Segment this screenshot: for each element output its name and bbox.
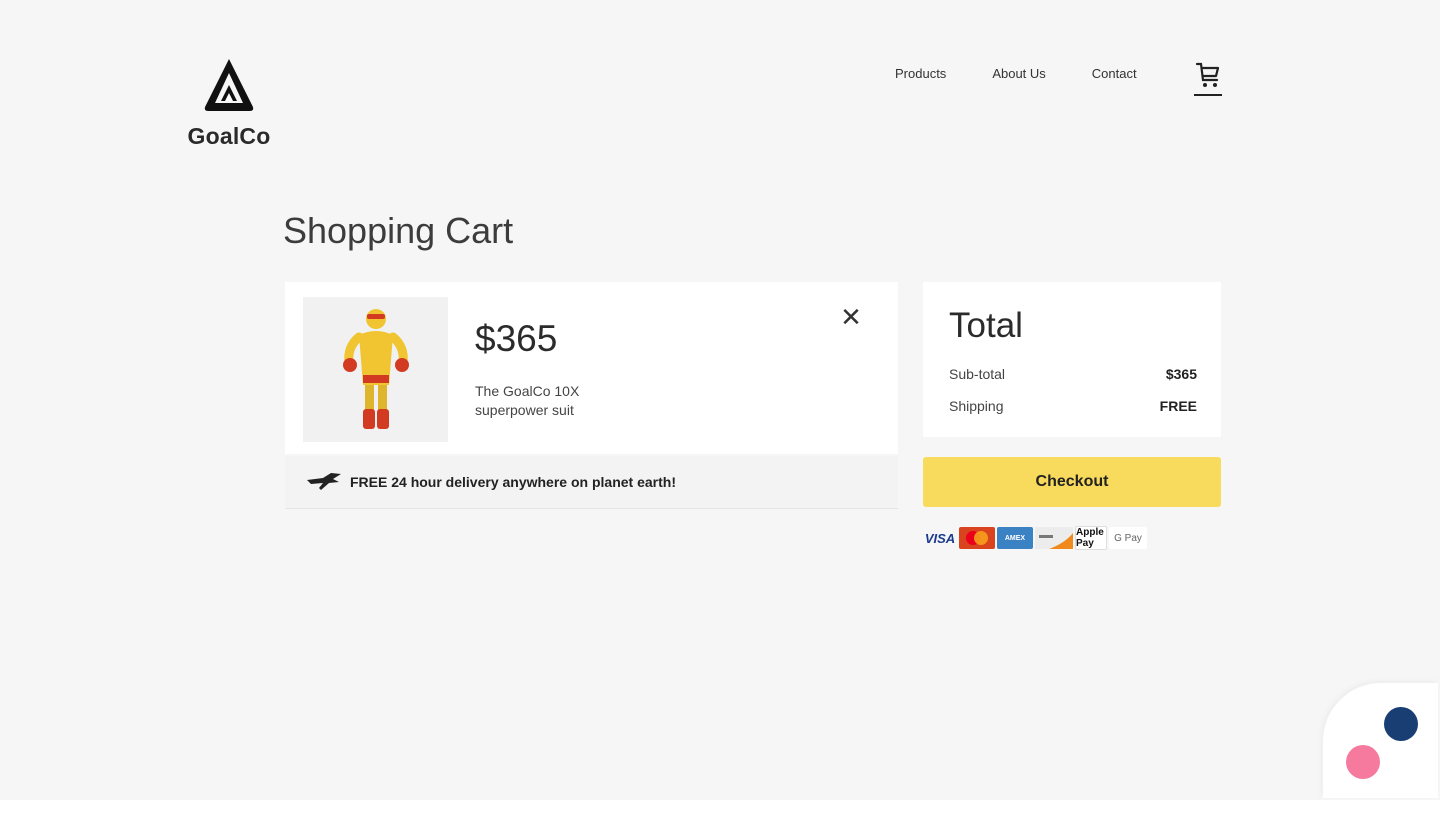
goalco-logo-icon bbox=[204, 59, 254, 111]
subtotal-value: $365 bbox=[1165, 366, 1197, 382]
close-icon: ✕ bbox=[840, 302, 862, 332]
chat-dot-blue bbox=[1384, 707, 1418, 741]
active-underline bbox=[1194, 94, 1222, 96]
brand-name: GoalCo bbox=[187, 123, 271, 149]
apple-pay-logo: Apple Pay bbox=[1075, 526, 1107, 550]
subtotal-row: Sub-total $365 bbox=[949, 366, 1197, 382]
main-nav: Products About Us Contact bbox=[895, 66, 1137, 81]
product-image bbox=[303, 297, 448, 442]
item-name: The GoalCo 10X superpower suit bbox=[475, 383, 580, 418]
shipping-row: Shipping FREE bbox=[949, 398, 1197, 414]
brand-logo[interactable]: GoalCo bbox=[184, 55, 274, 150]
discover-icon bbox=[1035, 527, 1073, 549]
nav-products[interactable]: Products bbox=[895, 66, 946, 81]
flying-hero-icon bbox=[307, 473, 341, 490]
page-title: Shopping Cart bbox=[283, 210, 514, 251]
visa-logo: VISA bbox=[924, 530, 956, 546]
mastercard-logo bbox=[959, 527, 995, 549]
summary-title: Total bbox=[949, 306, 1023, 345]
remove-item-button[interactable]: ✕ bbox=[838, 304, 864, 330]
delivery-text: FREE 24 hour delivery anywhere on planet… bbox=[350, 474, 676, 490]
cart-button[interactable] bbox=[1194, 60, 1222, 98]
delivery-banner: FREE 24 hour delivery anywhere on planet… bbox=[285, 456, 898, 509]
chat-dot-pink bbox=[1346, 745, 1380, 779]
chat-widget-button[interactable] bbox=[1323, 683, 1438, 798]
mastercard-icon bbox=[966, 531, 988, 545]
item-price: $365 bbox=[475, 318, 558, 359]
shipping-label: Shipping bbox=[949, 398, 1004, 414]
subtotal-label: Sub-total bbox=[949, 366, 1006, 382]
nav-about-us[interactable]: About Us bbox=[992, 66, 1045, 81]
superhero-figure bbox=[343, 309, 409, 429]
shipping-value: FREE bbox=[1159, 398, 1197, 414]
checkout-button[interactable]: Checkout bbox=[923, 457, 1221, 507]
nav-contact[interactable]: Contact bbox=[1092, 66, 1137, 81]
discover-logo bbox=[1035, 527, 1073, 549]
order-summary: Total Sub-total $365 Shipping FREE bbox=[923, 282, 1221, 437]
payment-methods: VISA AMEX Apple Pay G Pay bbox=[923, 526, 1147, 550]
page: GoalCo Products About Us Contact Shoppin… bbox=[0, 0, 1440, 800]
shopping-cart-icon bbox=[1195, 62, 1220, 87]
google-pay-logo: G Pay bbox=[1109, 527, 1147, 549]
amex-logo: AMEX bbox=[997, 527, 1033, 549]
cart-item: $365 The GoalCo 10X superpower suit ✕ bbox=[285, 282, 898, 454]
